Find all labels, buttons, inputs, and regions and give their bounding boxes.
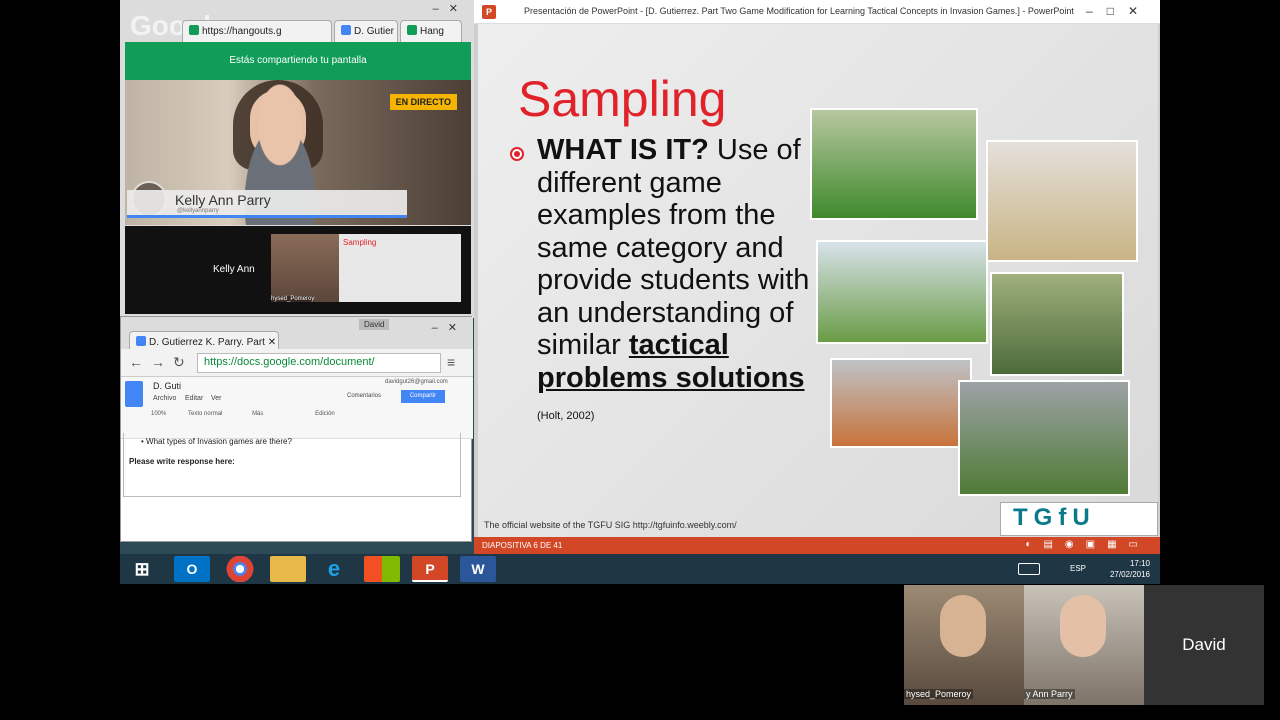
speaker-name: Kelly Ann Parry [175,192,271,208]
clock[interactable]: 17:10 27/02/2016 [1110,558,1150,580]
reload-icon[interactable]: ↻ [173,354,185,371]
slide-counter: DIAPOSITIVA 6 DE 41 [482,541,563,550]
hangouts-browser-window: Google https://hangouts.g D. Gutier Hang… [120,0,474,318]
windows-taskbar: ⊞ O e P W ESP 17:10 27/02/2016 [120,554,1160,584]
doc-title[interactable]: D. Guti [153,381,181,391]
formatting-toolbar: 100% Texto normal Más Edición [151,411,335,417]
main-video-feed: EN DIRECTO Kelly Ann Parry @kellyannparr… [125,80,471,225]
internet-explorer-icon[interactable]: e [316,556,352,582]
forward-icon[interactable]: → [151,354,165,370]
participant-video[interactable]: y Ann Parry [1024,585,1144,705]
document-bullet: • What types of Invasion games are there… [141,437,292,446]
hangouts-icon [407,25,417,35]
tab-hangouts-url[interactable]: https://hangouts.g [182,20,332,42]
url-input[interactable]: https://docs.google.com/document/ [197,353,441,373]
slide-canvas: Sampling WHAT IS IT? Use of different ga… [478,24,1158,537]
docs-icon [341,25,351,35]
share-button[interactable]: Compartir [401,390,445,403]
participant-label: y Ann Parry [1024,689,1075,699]
chrome-icon[interactable] [222,556,258,582]
shared-screen-thumbnail[interactable]: Sampling [339,234,461,302]
tab-hangouts[interactable]: Hang [400,20,462,42]
bullet-icon [510,147,524,161]
user-tag: David [359,319,390,330]
clock-date: 27/02/2016 [1109,570,1150,579]
handball-photo [986,140,1138,262]
strip-participant-name: Kelly Ann [213,264,255,275]
speaker-name-bar: Kelly Ann Parry @kellyannparry [127,190,407,218]
window-controls[interactable]: –□✕ [1086,4,1152,18]
file-explorer-icon[interactable] [270,556,306,582]
address-bar: ← → ↻ https://docs.google.com/document/ … [121,349,473,377]
slide-title: Sampling [518,71,727,127]
powerpoint-titlebar: P Presentación de PowerPoint - [D. Gutie… [474,0,1160,24]
menu-editar[interactable]: Editar [185,395,203,402]
powerpoint-icon: P [482,5,496,19]
view-controls[interactable]: ◐▤◉▣▦▭ [1025,539,1150,550]
participant-video[interactable]: hysed_Pomeroy [904,585,1024,705]
video-call-panel: hysed_Pomeroy y Ann Parry David [904,585,1264,705]
slide-body: WHAT IS IT? Use of different game exampl… [537,134,812,433]
window-title: Presentación de PowerPoint - [D. Gutierr… [524,6,1074,16]
window-controls[interactable]: –✕ [432,321,467,334]
browser-tab-bar: Google https://hangouts.g D. Gutier Hang… [120,0,474,42]
outlook-icon[interactable]: O [174,556,210,582]
docs-logo-icon[interactable] [125,381,143,407]
docs-tab-bar: D. Gutierrez K. Parry. Part ✕ David –✕ [121,317,473,349]
window-controls[interactable]: –✕ [433,2,468,15]
lacrosse-photo [990,272,1124,376]
powerpoint-icon[interactable]: P [412,556,448,582]
flag-football-photo [958,380,1130,496]
hangouts-icon [189,25,199,35]
menu-icon[interactable]: ≡ [447,354,455,370]
slide-footer: The official website of the TGFU SIG htt… [484,520,737,530]
participant-label: hysed_Pomeroy [904,689,974,699]
tgfu-logo: TGfU [1000,502,1158,536]
response-prompt[interactable]: Please write response here: [129,457,235,466]
account-email: davidgut26@gmail.com [385,379,448,385]
slide-lead: WHAT IS IT? [537,134,709,166]
keyboard-icon[interactable] [1018,563,1040,575]
language-indicator[interactable]: ESP [1070,564,1086,573]
soccer-kids-photo [816,240,988,344]
menu-ver[interactable]: Ver [211,395,222,402]
clock-time: 17:10 [1129,559,1150,568]
word-icon[interactable]: W [460,556,496,582]
tab-docs-document[interactable]: D. Gutierrez K. Parry. Part ✕ [129,331,279,349]
self-name: David [1144,585,1264,705]
docs-browser-window: D. Gutierrez K. Parry. Part ✕ David –✕ ←… [120,316,473,542]
slide-body-text: Use of different game examples from the … [537,134,810,361]
participant-thumbnail[interactable]: hysed_Pomeroy [271,234,339,302]
docs-header: D. Guti Archivo Editar Ver davidgut26@gm… [121,377,473,439]
slide-citation: (Holt, 2002) [537,410,595,422]
indoor-game-photo [830,358,972,448]
docs-icon [136,336,146,346]
live-badge: EN DIRECTO [389,94,457,110]
comments-button[interactable]: Comentarios [347,393,381,399]
tab-docs[interactable]: D. Gutier [334,20,398,42]
speaker-handle: @kellyannparry [177,208,219,214]
screen-sharing-banner: Estás compartiendo tu pantalla [125,42,471,80]
windows-start-icon[interactable]: ⊞ [124,556,160,582]
participant-strip: Kelly Ann hysed_Pomeroy Sampling [125,226,471,314]
back-icon[interactable]: ← [129,354,143,370]
powerpoint-statusbar: DIAPOSITIVA 6 DE 41 ◐▤◉▣▦▭ [474,537,1160,555]
store-icon[interactable] [364,556,400,582]
rugby-kids-photo [810,108,978,220]
menu-archivo[interactable]: Archivo [153,395,176,402]
